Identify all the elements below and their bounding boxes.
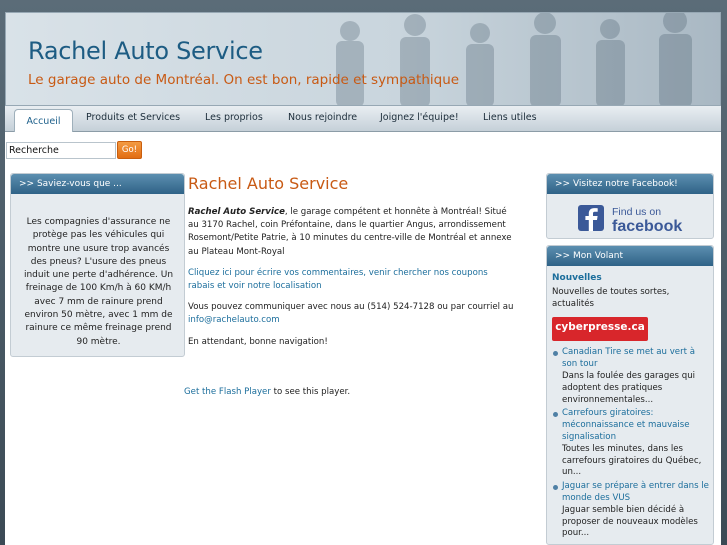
contact-text: Vous pouvez communiquer avec nous au (51… — [188, 302, 514, 313]
saviez-vous-heading: >> Saviez-vous que ... — [11, 174, 184, 194]
flash-player-notice: Get the Flash Player to see this player. — [184, 387, 350, 397]
news-item-description: Jaguar semble bien décidé à proposer de … — [562, 504, 698, 539]
flash-player-link[interactable]: Get the Flash Player — [184, 387, 271, 397]
nav-tab-accueil[interactable]: Accueil — [14, 109, 73, 133]
search-input[interactable] — [6, 142, 116, 159]
nav-tab-joignez-equipe[interactable]: Joignez l'équipe! — [380, 112, 459, 123]
main-content: Rachel Auto Service Rachel Auto Service,… — [188, 174, 516, 357]
site-tagline: Le garage auto de Montréal. On est bon, … — [28, 72, 460, 88]
site-title[interactable]: Rachel Auto Service — [28, 37, 263, 65]
facebook-find-us-badge[interactable]: Find us on facebook — [578, 204, 684, 237]
cyberpresse-logo[interactable]: cyberpresse.ca — [552, 317, 648, 342]
facebook-icon: Find us on facebook — [578, 205, 682, 235]
news-item: Canadian Tire se met au vert à son tour … — [552, 347, 709, 406]
news-item-description: Dans la foulée des garages qui adoptent … — [562, 370, 696, 405]
email-link[interactable]: info@rachelauto.com — [188, 315, 280, 325]
nav-tab-les-proprios[interactable]: Les proprios — [205, 112, 263, 123]
closing-text: En attendant, bonne navigation! — [188, 336, 328, 347]
news-item-title[interactable]: Carrefours giratoires: méconnaissance et… — [562, 408, 709, 443]
facebook-box: >> Visitez notre Facebook! Find us on fa… — [546, 173, 714, 239]
news-item: Jaguar se prépare à entrer dans le monde… — [552, 481, 709, 540]
nav-tab-liens-utiles[interactable]: Liens utiles — [483, 112, 537, 123]
site-header: Rachel Auto Service Le garage auto de Mo… — [5, 12, 721, 106]
intro-paragraph: Rachel Auto Service, le garage compétent… — [188, 206, 516, 259]
news-item-description: Toutes les minutes, dans les carrefours … — [562, 443, 702, 478]
nav-tab-produits-et-services[interactable]: Produits et Services — [86, 112, 180, 123]
mon-volant-heading: >> Mon Volant — [547, 246, 713, 266]
facebook-find-us-text: Find us on — [612, 206, 661, 218]
comments-coupons-link[interactable]: Cliquez ici pour écrire vos commentaires… — [188, 267, 516, 293]
nouvelles-link[interactable]: Nouvelles — [552, 273, 709, 285]
business-people-silhouettes-image — [336, 13, 692, 105]
intro-bold-name: Rachel Auto Service — [188, 207, 285, 217]
news-item-title[interactable]: Canadian Tire se met au vert à son tour — [562, 347, 709, 371]
search-go-button[interactable]: Go! — [117, 141, 142, 159]
mon-volant-content: Nouvelles Nouvelles de toutes sortes, ac… — [547, 266, 713, 540]
news-list: Canadian Tire se met au vert à son tour … — [552, 347, 709, 540]
mon-volant-box: >> Mon Volant Nouvelles Nouvelles de tou… — [546, 245, 714, 545]
nav-tab-nous-rejoindre[interactable]: Nous rejoindre — [288, 112, 357, 123]
news-item-title[interactable]: Jaguar se prépare à entrer dans le monde… — [562, 481, 709, 505]
saviez-vous-text: Les compagnies d'assurance ne protège pa… — [23, 217, 174, 347]
main-navigation: Accueil Produits et Services Les proprio… — [5, 106, 721, 133]
content-area: Go! >> Saviez-vous que ... Les compagnie… — [5, 132, 721, 545]
page-title: Rachel Auto Service — [188, 174, 349, 193]
nouvelles-description: Nouvelles de toutes sortes, actualités — [552, 286, 670, 309]
saviez-vous-box: >> Saviez-vous que ... Les compagnies d'… — [10, 173, 185, 357]
facebook-brand-text: facebook — [612, 218, 682, 234]
flash-player-text: to see this player. — [270, 387, 351, 397]
news-item: Carrefours giratoires: méconnaissance et… — [552, 408, 709, 479]
facebook-heading: >> Visitez notre Facebook! — [547, 174, 713, 194]
contact-paragraph: Vous pouvez communiquer avec nous au (51… — [188, 301, 516, 327]
